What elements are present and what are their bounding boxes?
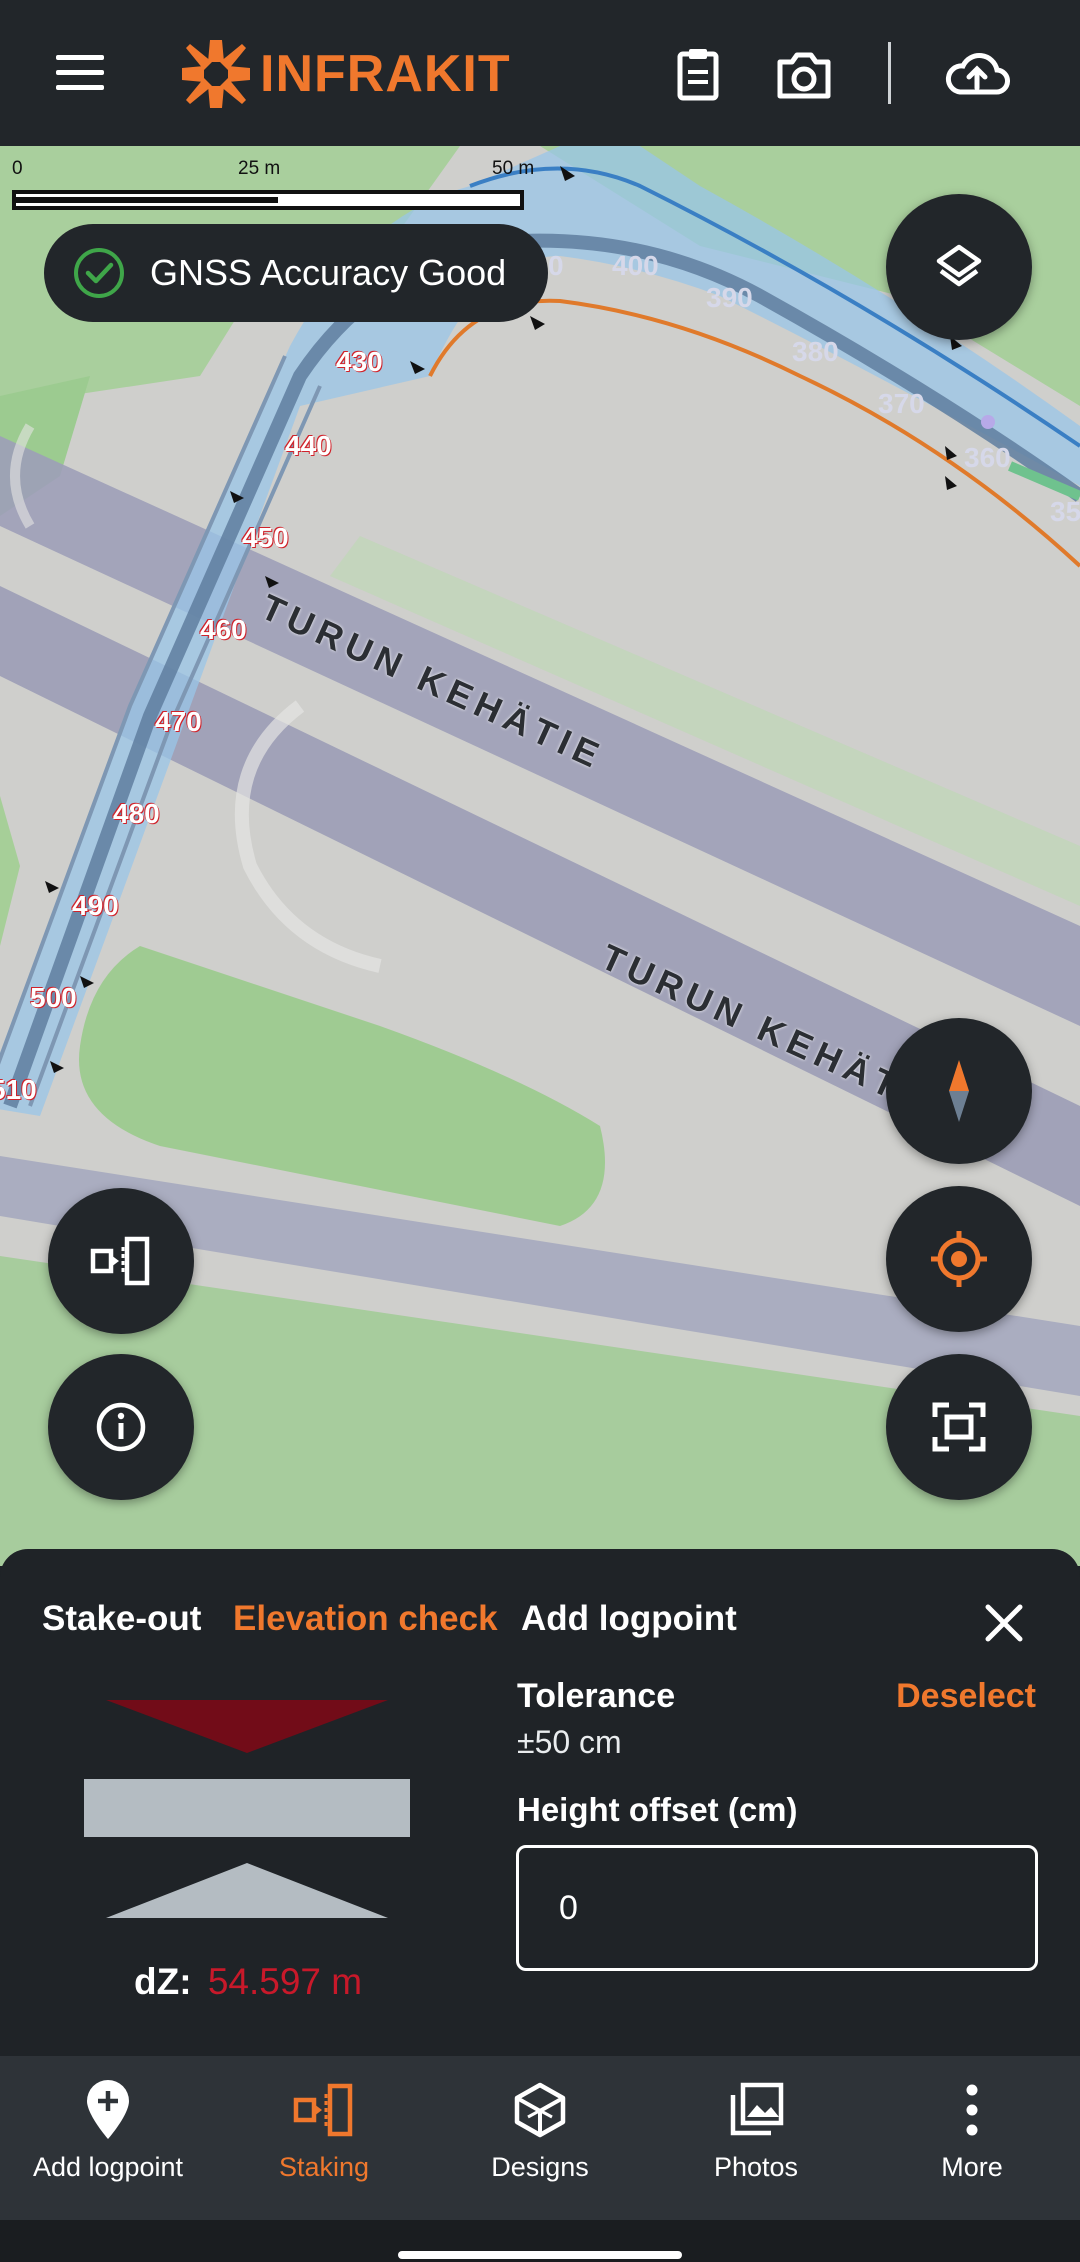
designs-icon xyxy=(508,2078,572,2142)
station-label: 510 xyxy=(0,1074,37,1105)
station-label: 390 xyxy=(706,282,753,313)
station-label: 35 xyxy=(1050,496,1080,527)
tolerance-label: Tolerance xyxy=(517,1677,676,1715)
staking-mode-icon xyxy=(90,1236,150,1286)
elevation-check-panel: Stake-out Elevation check Add logpoint d… xyxy=(0,1549,1080,2056)
scale-label-50: 50 m xyxy=(492,158,535,179)
station-label: 500 xyxy=(30,982,77,1013)
tab-elevation-check[interactable]: Elevation check xyxy=(233,1599,498,1639)
gnss-status-pill[interactable]: GNSS Accuracy Good xyxy=(44,224,548,322)
camera-icon[interactable] xyxy=(770,40,838,108)
station-label: 480 xyxy=(113,798,160,829)
scale-bar-graphic xyxy=(12,190,524,210)
gnss-status-text: GNSS Accuracy Good xyxy=(150,252,507,293)
tolerance-value: ±50 cm xyxy=(517,1724,622,1760)
scale-bar: 0 25 m 50 m xyxy=(0,146,560,216)
close-icon[interactable] xyxy=(982,1601,1026,1645)
height-offset-label: Height offset (cm) xyxy=(517,1791,798,1828)
dz-label: dZ: xyxy=(134,1961,192,2002)
system-navigation-bar xyxy=(0,2220,1080,2262)
tab-add-logpoint[interactable]: Add logpoint xyxy=(521,1599,737,1639)
my-location-icon xyxy=(931,1231,987,1287)
nav-label: Add logpoint xyxy=(32,2152,184,2182)
dz-readout: dZ: 54.597 m xyxy=(134,1961,362,2003)
station-label: 400 xyxy=(612,250,659,281)
bottom-navigation: Add logpoint Staking Designs Photos More xyxy=(0,2056,1080,2220)
staking-icon xyxy=(292,2078,356,2142)
map-view[interactable]: 0 25 m 50 m 0 400 390 380 370 360 35 430… xyxy=(0,146,1080,1566)
layers-button[interactable] xyxy=(886,194,1032,340)
nav-staking[interactable]: Staking xyxy=(216,2056,432,2220)
header-divider xyxy=(888,42,891,104)
add-logpoint-icon xyxy=(76,2078,140,2142)
app-header: INFRAKIT xyxy=(0,0,1080,146)
layers-icon xyxy=(936,244,982,287)
elevation-above-indicator xyxy=(106,1700,388,1753)
station-label: 460 xyxy=(200,614,247,645)
infrakit-logo: INFRAKIT xyxy=(178,36,511,112)
check-circle-icon xyxy=(74,248,124,298)
hamburger-menu-icon[interactable] xyxy=(56,55,106,91)
nav-label: More xyxy=(941,2152,1003,2182)
elevation-below-indicator xyxy=(106,1863,388,1918)
station-label: 0 xyxy=(548,250,564,281)
nav-more[interactable]: More xyxy=(864,2056,1080,2220)
home-indicator[interactable] xyxy=(398,2251,682,2259)
station-label: 360 xyxy=(964,442,1011,473)
station-label: 440 xyxy=(285,430,332,461)
scale-label-0: 0 xyxy=(12,158,23,179)
compass-button[interactable] xyxy=(886,1018,1032,1164)
station-label: 450 xyxy=(242,522,289,553)
cloud-upload-icon[interactable] xyxy=(940,40,1014,108)
station-label: 430 xyxy=(336,346,383,377)
staking-mode-button[interactable] xyxy=(48,1188,194,1334)
infrakit-logo-mark-icon xyxy=(182,40,250,108)
nav-photos[interactable]: Photos xyxy=(648,2056,864,2220)
info-icon xyxy=(96,1402,146,1452)
photos-icon xyxy=(724,2078,788,2142)
station-label: 370 xyxy=(878,388,925,419)
more-vertical-icon xyxy=(940,2078,1004,2142)
nav-label: Staking xyxy=(278,2152,370,2182)
station-label: 380 xyxy=(792,336,839,367)
station-label: 490 xyxy=(72,890,119,921)
tab-stake-out[interactable]: Stake-out xyxy=(42,1599,201,1639)
nav-label: Photos xyxy=(713,2152,799,2182)
fit-extent-button[interactable] xyxy=(886,1354,1032,1500)
dz-value: 54.597 m xyxy=(207,1961,363,2002)
clipboard-icon[interactable] xyxy=(664,40,732,108)
info-button[interactable] xyxy=(48,1354,194,1500)
scale-label-25: 25 m xyxy=(238,158,281,179)
elevation-on-grade-indicator xyxy=(84,1779,410,1837)
nav-label: Designs xyxy=(491,2152,589,2182)
brand-name: INFRAKIT xyxy=(260,45,511,103)
map-canvas xyxy=(0,146,1080,1566)
nav-add-logpoint[interactable]: Add logpoint xyxy=(0,2056,216,2220)
fit-extent-icon xyxy=(932,1402,986,1452)
height-offset-input[interactable] xyxy=(516,1845,1038,1971)
my-location-button[interactable] xyxy=(886,1186,1032,1332)
nav-designs[interactable]: Designs xyxy=(432,2056,648,2220)
station-label: 470 xyxy=(155,706,202,737)
compass-icon xyxy=(949,1060,969,1122)
deselect-button[interactable]: Deselect xyxy=(896,1677,1036,1716)
